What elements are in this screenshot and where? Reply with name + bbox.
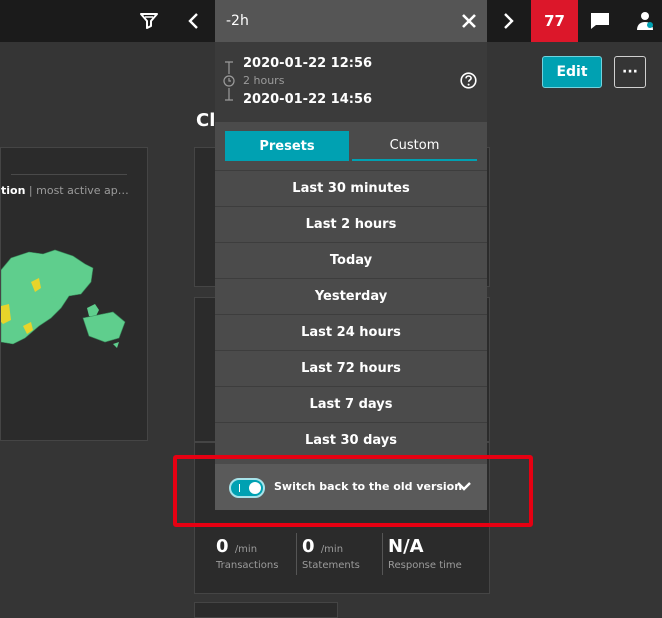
response-time-value: N/A [388,536,424,557]
world-map-tile[interactable]: tion | most active ap… [0,147,148,441]
problems-badge[interactable]: 77 [531,0,578,42]
map-tile-subtitle: tion | most active ap… [1,184,129,197]
close-icon[interactable] [461,13,477,29]
preset-item[interactable]: Last 30 days [215,422,487,458]
preset-item[interactable]: Last 24 hours [215,314,487,350]
section-title: Cl [196,110,216,131]
chat-icon[interactable] [587,9,613,33]
statements-value: 0 /min [302,536,344,557]
preset-item[interactable]: Last 72 hours [215,350,487,386]
timeframe-end: 2020-01-22 14:56 [243,92,373,107]
timeframe-summary: 2020-01-22 12:56 2 hours 2020-01-22 14:5… [215,42,487,122]
highlight-box [173,455,533,527]
user-icon[interactable] [632,9,658,33]
transactions-value: 0 /min [216,536,258,557]
timeframe-input[interactable]: -2h [215,0,487,42]
edit-button[interactable]: Edit [542,56,602,88]
tile-divider [11,174,127,175]
chevron-left-icon[interactable] [182,9,204,33]
timeline-icon [223,61,235,101]
dashboard-tile[interactable] [194,602,338,618]
dashboard-tile[interactable] [194,147,216,287]
stat-divider [296,533,297,575]
timeframe-tabs: Presets Custom [225,131,477,161]
filter-icon[interactable] [136,9,162,33]
timeframe-duration: 2 hours [243,74,285,87]
preset-item[interactable]: Today [215,242,487,278]
response-time-label: Response time [388,560,462,571]
tab-presets[interactable]: Presets [225,131,349,161]
transactions-label: Transactions [216,560,279,571]
preset-item[interactable]: Yesterday [215,278,487,314]
chevron-right-icon[interactable] [498,9,520,33]
timeframe-input-value: -2h [226,13,249,29]
statements-label: Statements [302,560,360,571]
preset-item[interactable]: Last 30 minutes [215,170,487,206]
timeframe-start: 2020-01-22 12:56 [243,56,373,71]
stat-divider [382,533,383,575]
world-map [1,249,126,348]
preset-item[interactable]: Last 2 hours [215,206,487,242]
tab-custom[interactable]: Custom [352,131,477,161]
dashboard-tile[interactable] [194,297,216,442]
more-options-button[interactable]: ··· [614,56,646,88]
preset-item[interactable]: Last 7 days [215,386,487,422]
help-icon[interactable] [460,72,477,89]
